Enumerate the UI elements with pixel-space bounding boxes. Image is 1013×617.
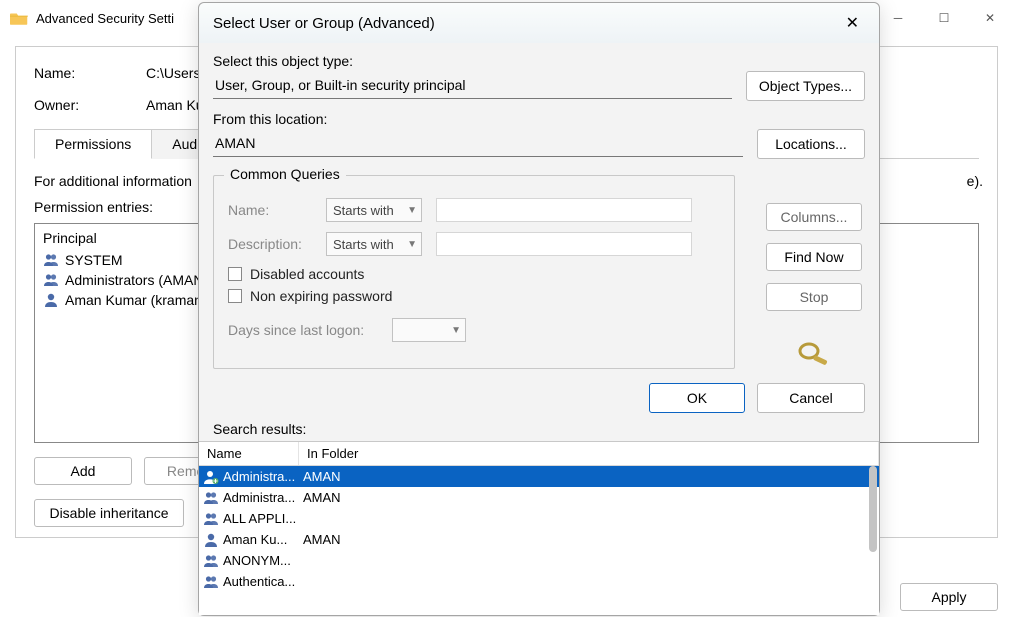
result-name: ALL APPLI... bbox=[223, 511, 296, 526]
disabled-accounts-label: Disabled accounts bbox=[250, 266, 364, 282]
common-queries-legend: Common Queries bbox=[224, 166, 346, 182]
location-label: From this location: bbox=[213, 111, 865, 127]
group-icon bbox=[203, 490, 219, 506]
non-expiring-label: Non expiring password bbox=[250, 288, 392, 304]
result-name: ANONYM... bbox=[223, 553, 291, 568]
entry-name: Administrators (AMAN bbox=[65, 272, 203, 288]
locations-button[interactable]: Locations... bbox=[757, 129, 865, 159]
table-row[interactable]: Aman Ku... AMAN bbox=[199, 529, 879, 550]
non-expiring-checkbox[interactable] bbox=[228, 289, 242, 303]
result-folder: AMAN bbox=[299, 532, 879, 547]
object-type-field[interactable] bbox=[213, 74, 732, 99]
add-button[interactable]: Add bbox=[34, 457, 132, 485]
result-name: Administra... bbox=[223, 490, 295, 505]
table-row[interactable]: Administra... AMAN bbox=[199, 487, 879, 508]
parent-title: Advanced Security Setti bbox=[36, 11, 174, 26]
col-name[interactable]: Name bbox=[199, 442, 299, 465]
group-icon bbox=[203, 511, 219, 527]
user-icon bbox=[203, 532, 219, 548]
days-logon-combo[interactable]: ▼ bbox=[392, 318, 466, 342]
group-icon bbox=[43, 252, 59, 268]
result-folder: AMAN bbox=[299, 490, 879, 505]
cq-desc-combo[interactable]: Starts with▼ bbox=[326, 232, 422, 256]
result-name: Aman Ku... bbox=[223, 532, 287, 547]
stop-button[interactable]: Stop bbox=[766, 283, 862, 311]
info-text: For additional information bbox=[34, 173, 192, 189]
columns-button[interactable]: Columns... bbox=[766, 203, 862, 231]
apply-button[interactable]: Apply bbox=[900, 583, 998, 611]
chevron-down-icon: ▼ bbox=[407, 239, 417, 250]
maximize-button[interactable]: ☐ bbox=[921, 0, 967, 36]
magnify-icon bbox=[797, 341, 831, 367]
table-row[interactable]: ALL APPLI... bbox=[199, 508, 879, 529]
user-icon bbox=[43, 292, 59, 308]
results-list[interactable]: Name In Folder Administra...AMANAdminist… bbox=[199, 441, 879, 615]
window-controls: ─ ☐ ✕ bbox=[875, 0, 1013, 36]
cq-desc-label: Description: bbox=[228, 236, 312, 252]
user-cfg-icon bbox=[203, 469, 219, 485]
cq-name-input[interactable] bbox=[436, 198, 692, 222]
entry-name: Aman Kumar (kraman bbox=[65, 292, 202, 308]
tab-permissions[interactable]: Permissions bbox=[34, 129, 152, 159]
select-user-dialog: Select User or Group (Advanced) ✕ Select… bbox=[198, 2, 880, 616]
group-icon bbox=[203, 553, 219, 569]
scrollbar-thumb[interactable] bbox=[869, 466, 877, 552]
disabled-accounts-checkbox[interactable] bbox=[228, 267, 242, 281]
cancel-button[interactable]: Cancel bbox=[757, 383, 865, 413]
group-icon bbox=[43, 272, 59, 288]
dialog-title: Select User or Group (Advanced) bbox=[213, 15, 435, 32]
owner-label: Owner: bbox=[34, 97, 146, 113]
right-button-column: Columns... Find Now Stop bbox=[765, 203, 863, 367]
info-suffix: e). bbox=[967, 173, 983, 189]
chevron-down-icon: ▼ bbox=[451, 325, 461, 336]
folder-icon bbox=[10, 11, 36, 25]
result-folder: AMAN bbox=[299, 469, 879, 484]
col-folder[interactable]: In Folder bbox=[299, 442, 879, 465]
object-types-button[interactable]: Object Types... bbox=[746, 71, 865, 101]
dialog-titlebar: Select User or Group (Advanced) ✕ bbox=[199, 3, 879, 43]
ok-button[interactable]: OK bbox=[649, 383, 745, 413]
results-label: Search results: bbox=[199, 421, 879, 441]
cq-desc-input[interactable] bbox=[436, 232, 692, 256]
table-row[interactable]: ANONYM... bbox=[199, 550, 879, 571]
chevron-down-icon: ▼ bbox=[407, 205, 417, 216]
result-name: Administra... bbox=[223, 469, 295, 484]
result-name: Authentica... bbox=[223, 574, 295, 589]
days-logon-label: Days since last logon: bbox=[228, 322, 378, 338]
name-label: Name: bbox=[34, 65, 146, 81]
owner-value: Aman Ku bbox=[146, 97, 204, 113]
results-header: Name In Folder bbox=[199, 442, 879, 466]
cq-name-label: Name: bbox=[228, 202, 312, 218]
common-queries-group: Common Queries Name: Starts with▼ Descri… bbox=[213, 175, 735, 369]
disable-inheritance-button[interactable]: Disable inheritance bbox=[34, 499, 184, 527]
object-type-label: Select this object type: bbox=[213, 53, 865, 69]
minimize-button[interactable]: ─ bbox=[875, 0, 921, 36]
table-row[interactable]: Authentica... bbox=[199, 571, 879, 592]
entry-name: SYSTEM bbox=[65, 252, 123, 268]
group-icon bbox=[203, 574, 219, 590]
close-icon[interactable]: ✕ bbox=[840, 11, 865, 35]
close-button[interactable]: ✕ bbox=[967, 0, 1013, 36]
find-now-button[interactable]: Find Now bbox=[766, 243, 862, 271]
cq-name-combo[interactable]: Starts with▼ bbox=[326, 198, 422, 222]
location-field[interactable] bbox=[213, 132, 743, 157]
table-row[interactable]: Administra... AMAN bbox=[199, 466, 879, 487]
